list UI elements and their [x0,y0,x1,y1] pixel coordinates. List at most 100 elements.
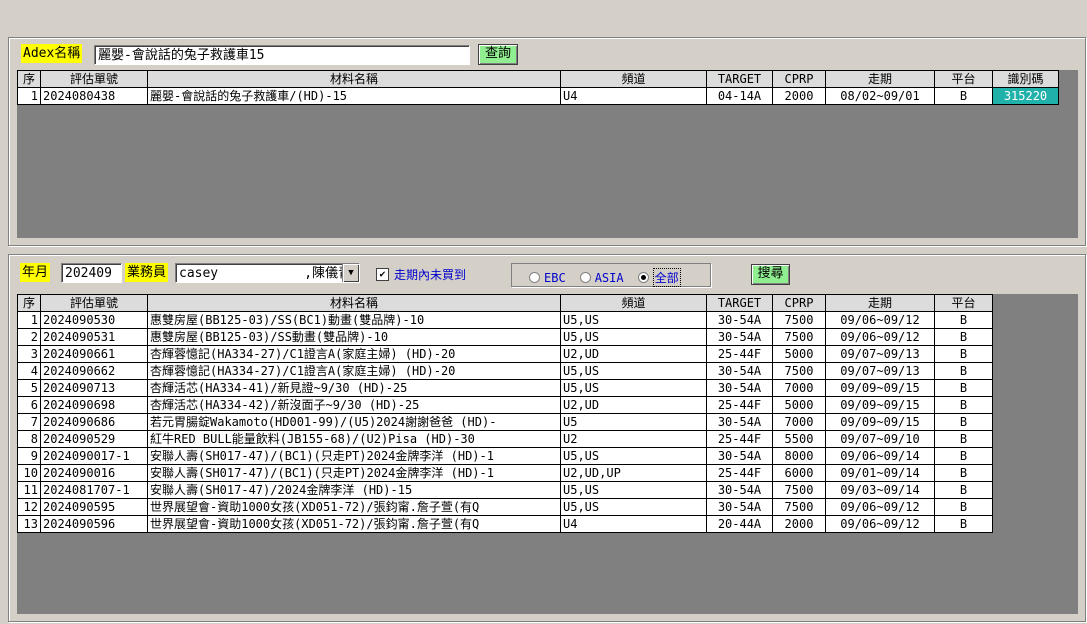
table-cell[interactable]: 08/02~09/01 [825,87,935,105]
table-cell[interactable]: 2024090530 [40,311,148,329]
table-cell[interactable]: 2024090017-1 [40,447,148,465]
table-row[interactable]: 1 2024080438 麗嬰-會說話的兔子救護車/(HD)-15 U4 04-14A 2… [17,87,1059,105]
table-cell[interactable]: 30-54A [706,379,773,397]
table-cell[interactable]: 30-54A [706,362,773,380]
table-cell[interactable]: 6000 [772,464,826,482]
table-cell[interactable]: B [934,464,993,482]
table-cell[interactable]: 09/03~09/14 [825,481,935,499]
column-header[interactable]: CPRP [772,70,826,88]
table-cell[interactable]: 5 [17,379,41,397]
table-cell[interactable]: 7000 [772,413,826,431]
table-cell[interactable]: 7500 [772,311,826,329]
table-cell[interactable]: 11 [17,481,41,499]
table-row[interactable]: 1 2024090530 惠雙房屋(BB125-03)/SS(BC1)動畫(雙品牌)… [17,311,993,329]
column-header[interactable]: 平台 [934,70,993,88]
table-cell[interactable]: 09/07~09/13 [825,345,935,363]
table-cell[interactable]: 30-54A [706,311,773,329]
table-cell[interactable]: U4 [560,515,707,533]
table-cell[interactable]: 25-44F [706,396,773,414]
table-cell[interactable]: B [934,345,993,363]
radio-button[interactable] [529,272,540,283]
column-header[interactable]: 平台 [934,294,993,312]
table-cell[interactable]: 25-44F [706,464,773,482]
table-cell[interactable]: 12 [17,498,41,516]
table-cell[interactable]: B [934,328,993,346]
table-cell[interactable]: 25-44F [706,430,773,448]
table-cell[interactable]: U5,US [560,498,707,516]
table-cell[interactable]: 09/06~09/12 [825,498,935,516]
table-cell[interactable]: U2,UD [560,345,707,363]
table-cell[interactable]: 09/09~09/15 [825,396,935,414]
table-cell[interactable]: 2024090662 [40,362,148,380]
table-cell[interactable]: 7500 [772,498,826,516]
sales-select[interactable]: casey ,陳儀青 ▼ [175,263,360,283]
table-cell[interactable]: 6 [17,396,41,414]
table-cell[interactable]: 10 [17,464,41,482]
table-cell[interactable]: B [934,447,993,465]
table-cell[interactable]: 09/09~09/15 [825,413,935,431]
table-cell[interactable]: 2024090529 [40,430,148,448]
table-cell[interactable]: 2024090661 [40,345,148,363]
month-input[interactable]: 202409 [61,263,122,283]
table-cell[interactable]: 20-44A [706,515,773,533]
table-cell[interactable]: 8 [17,430,41,448]
table-cell[interactable]: U2,UD,UP [560,464,707,482]
table-row[interactable]: 7 2024090686 若元胃腸錠Wakamoto(HD001-99)/(U5)2… [17,413,993,431]
table-row[interactable]: 10 2024090016 安聯人壽(SH017-47)/(BC1)(只走PT)20… [17,464,993,482]
table-cell[interactable]: U5,US [560,311,707,329]
table-cell[interactable]: 紅牛RED BULL能量飲料(JB155-68)/(U2)Pisa (HD)-3… [147,430,561,448]
column-header[interactable]: 走期 [825,70,935,88]
table-cell[interactable]: B [934,311,993,329]
table-cell[interactable]: 09/09~09/15 [825,379,935,397]
table-cell[interactable]: B [934,481,993,499]
column-header[interactable]: 頻道 [560,294,707,312]
table-cell[interactable]: 30-54A [706,447,773,465]
search-button[interactable]: 搜尋 [751,264,790,285]
table-cell[interactable]: 9 [17,447,41,465]
table-cell[interactable]: 2024090686 [40,413,148,431]
table-cell[interactable]: 杏輝蓉憶記(HA334-27)/C1證言A(家庭主婦) (HD)-20 [147,362,561,380]
table-cell[interactable]: U5,US [560,447,707,465]
radio-button[interactable] [637,272,649,283]
table-cell[interactable]: 1 [17,87,41,105]
table-cell[interactable]: 09/06~09/12 [825,328,935,346]
table-cell[interactable]: 315220 [992,87,1059,105]
table-cell[interactable]: 杏輝活芯(HA334-41)/新見證~9/30 (HD)-25 [147,379,561,397]
table-cell[interactable]: 5500 [772,430,826,448]
table-cell[interactable]: B [934,498,993,516]
table-row[interactable]: 13 2024090596 世界展望會-資助1000女孩(XD051-72)/張鈞甯… [17,515,993,533]
adex-name-input[interactable]: 麗嬰-會說話的兔子救護車15 [94,45,470,65]
query-button[interactable]: 查詢 [478,44,518,65]
table-row[interactable]: 2 2024090531 惠雙房屋(BB125-03)/SS動畫(雙品牌)-10 U5… [17,328,993,346]
table-cell[interactable]: U5,US [560,328,707,346]
table-row[interactable]: 6 2024090698 杏輝活芯(HA334-42)/新沒面子~9/30 (HD)… [17,396,993,414]
table-cell[interactable]: 30-54A [706,498,773,516]
table-cell[interactable]: B [934,430,993,448]
table-cell[interactable]: 2000 [772,515,826,533]
radio-option[interactable]: EBC [529,271,566,285]
table-cell[interactable]: B [934,87,993,105]
column-header[interactable]: 材料名稱 [147,294,561,312]
table-cell[interactable]: 杏輝蓉憶記(HA334-27)/C1證言A(家庭主婦) (HD)-20 [147,345,561,363]
table-cell[interactable]: 2024090698 [40,396,148,414]
table-cell[interactable]: B [934,515,993,533]
checkbox-box[interactable]: ✔ [376,268,389,281]
table-cell[interactable]: U2,UD [560,396,707,414]
table-cell[interactable]: 09/07~09/10 [825,430,935,448]
column-header[interactable]: TARGET [706,70,773,88]
table-cell[interactable]: 09/07~09/13 [825,362,935,380]
column-header[interactable]: CPRP [772,294,826,312]
column-header[interactable]: 頻道 [560,70,707,88]
table-cell[interactable]: B [934,413,993,431]
column-header[interactable]: 序 [17,294,41,312]
table-cell[interactable]: 2024090596 [40,515,148,533]
table-cell[interactable]: 安聯人壽(SH017-47)/(BC1)(只走PT)2024金牌李洋 (HD)-… [147,447,561,465]
column-header[interactable]: 材料名稱 [147,70,561,88]
table-cell[interactable]: B [934,396,993,414]
table-cell[interactable]: U5,US [560,481,707,499]
radio-button[interactable] [579,272,591,283]
column-header[interactable]: 評估單號 [40,70,148,88]
table-cell[interactable]: U5,US [560,379,707,397]
table-row[interactable]: 8 2024090529 紅牛RED BULL能量飲料(JB155-68)/(U2)… [17,430,993,448]
table-row[interactable]: 3 2024090661 杏輝蓉憶記(HA334-27)/C1證言A(家庭主婦) (… [17,345,993,363]
